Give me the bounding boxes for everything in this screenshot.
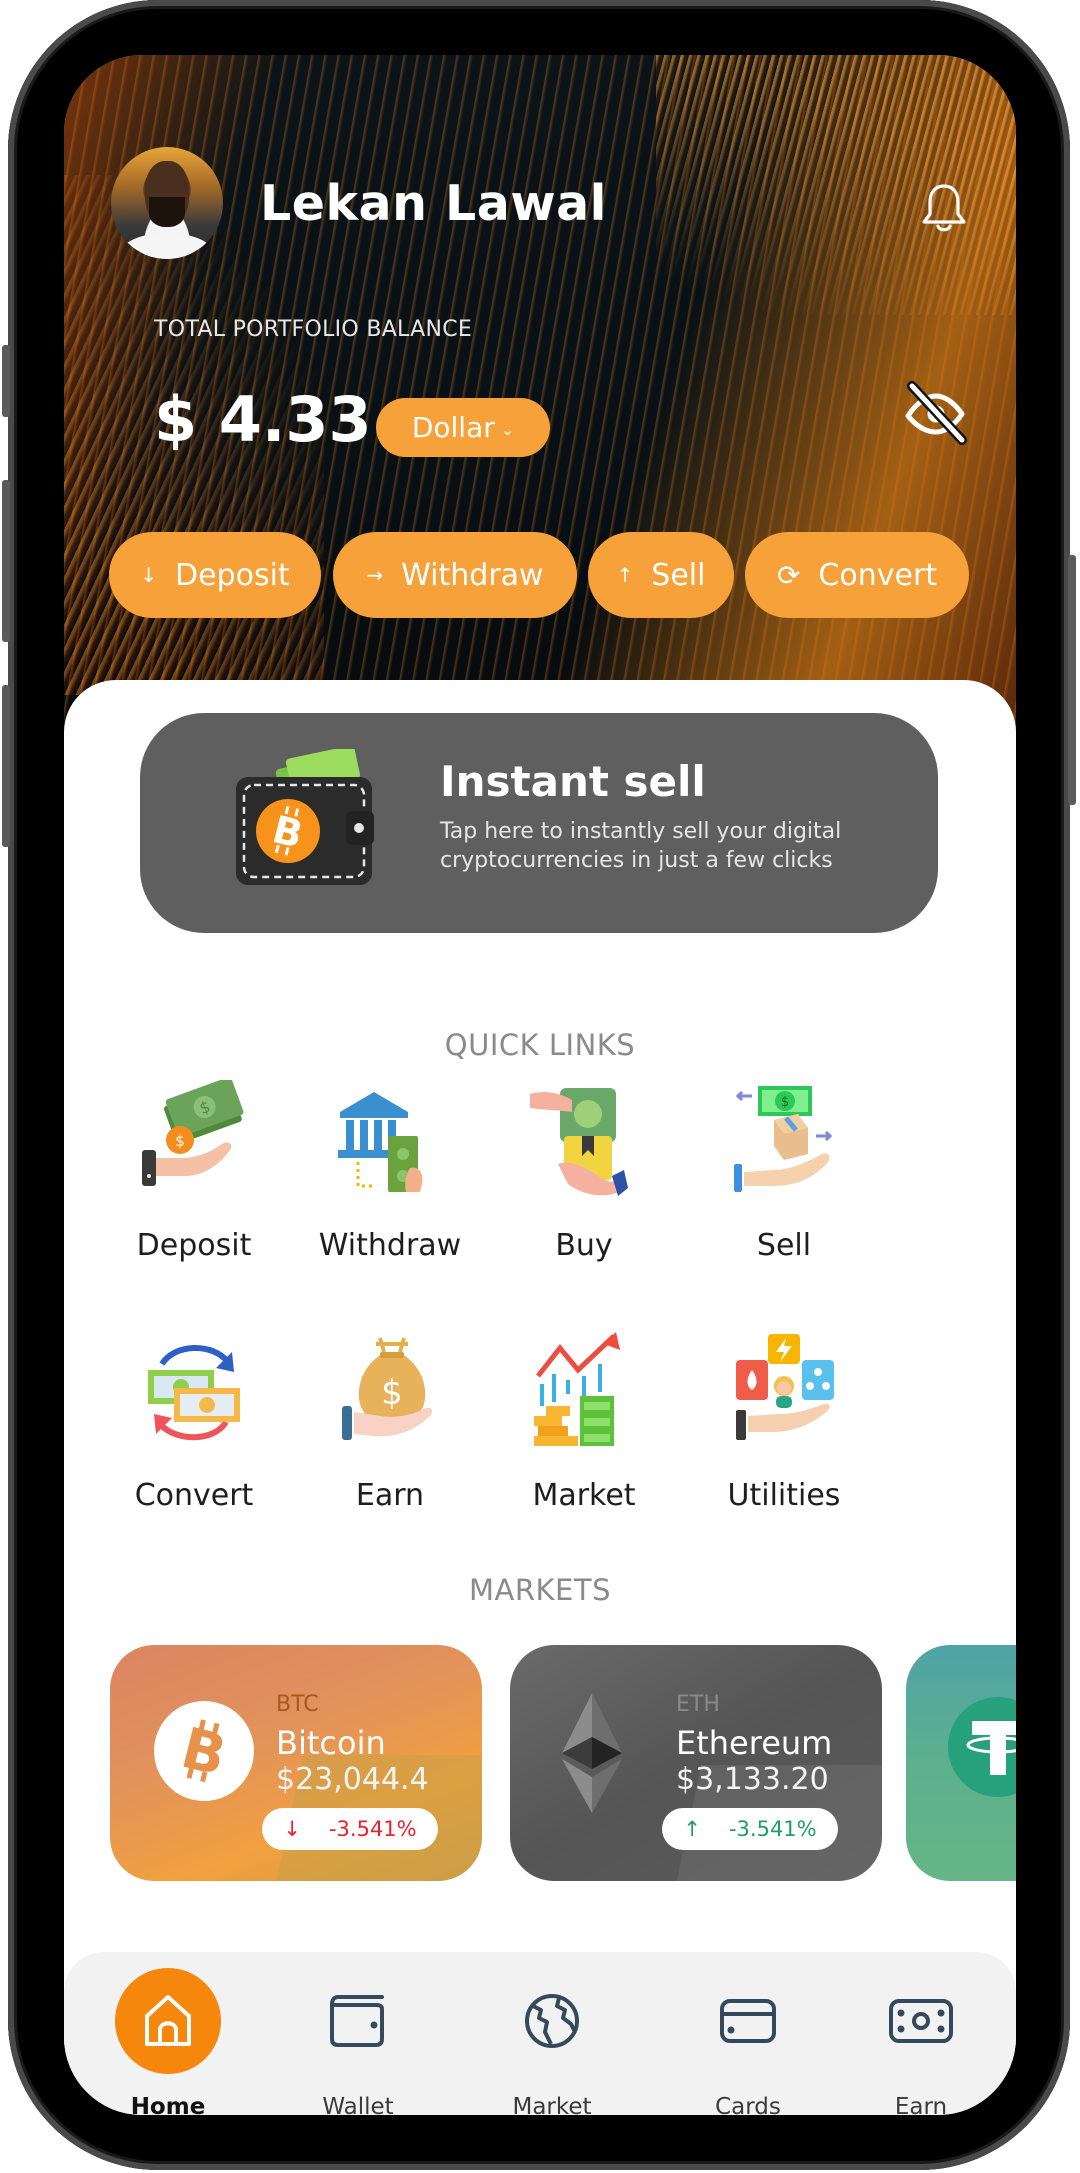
withdraw-button[interactable]: → Withdraw [333,532,577,618]
cash-note-icon [889,1999,953,2043]
user-name: Lekan Lawal [260,175,607,232]
market-price: $3,133.20 [676,1762,829,1797]
arrow-up-icon: ↑ [683,1817,701,1841]
nav-home[interactable]: Home [93,1952,243,2115]
home-icon [145,1995,191,2046]
market-card-btc[interactable]: B BTC Bitcoin $23,044.4 ↓ -3.541% [110,1645,482,1881]
cash-hand-icon: $ $ [142,1077,244,1186]
market-change-value: -3.541% [728,1817,817,1841]
ethereum-icon [562,1693,622,1813]
currency-exchange-icon [148,1345,240,1441]
instant-sell-description: Tap here to instantly sell your digital … [440,819,842,873]
tether-icon [948,1697,1016,1797]
bottom-navigation: Home Wallet Market Cards Earn [64,1952,1016,2115]
nav-earn[interactable]: Earn [846,1952,996,2115]
nav-cards[interactable]: Cards [673,1952,823,2115]
quick-link-utilities[interactable]: Utilities [684,1330,884,1513]
credit-card-icon [720,1999,776,2043]
instant-sell-card[interactable]: B Instant sell Tap here to instantly sel… [140,713,938,933]
market-change-value: -3.541% [328,1817,417,1841]
avatar[interactable] [111,147,223,259]
content-sheet: B Instant sell Tap here to instantly sel… [64,680,1016,2115]
arrow-up-icon: ↑ [616,563,634,587]
quick-link-market[interactable]: Market [484,1330,684,1513]
nav-wallet[interactable]: Wallet [283,1952,433,2115]
market-name: Bitcoin [276,1724,386,1762]
money-bag-icon: $ [342,1337,433,1440]
balance-label: TOTAL PORTFOLIO BALANCE [154,317,473,342]
quick-link-earn[interactable]: $ Earn [290,1330,490,1513]
wallet-icon [330,1995,384,2047]
buy-exchange-icon [530,1088,628,1196]
mute-switch [2,345,10,417]
markets-carousel[interactable]: B BTC Bitcoin $23,044.4 ↓ -3.541% ETH Et… [64,1645,1016,1885]
quick-link-sell[interactable]: $ Sell [684,1080,884,1263]
market-name: Ethereum [676,1724,833,1762]
svg-text:$: $ [175,1132,185,1150]
svg-text:$: $ [381,1373,403,1413]
globe-icon [525,1994,579,2048]
sell-goods-icon: $ [734,1086,833,1192]
arrow-right-icon: → [366,563,384,587]
market-card-usdt[interactable] [906,1645,1016,1881]
nav-market[interactable]: Market [477,1952,627,2115]
instant-sell-title: Instant sell [440,757,706,806]
chevron-down-icon: ⌄ [500,420,515,439]
convert-button[interactable]: ⟳ Convert [745,532,969,618]
sell-button[interactable]: ↑ Sell [588,532,734,618]
currency-selector-label: Dollar [411,411,495,444]
market-symbol: BTC [276,1692,319,1717]
volume-up-button [2,480,10,642]
market-price: $23,044.4 [276,1762,429,1797]
bell-icon[interactable] [919,180,969,236]
quick-link-deposit[interactable]: $ $ Deposit [94,1077,294,1263]
arrow-down-icon: ↓ [283,1817,301,1841]
utilities-icon [736,1334,834,1440]
currency-selector[interactable]: Dollar ⌄ [376,398,550,457]
balance-value: $ 4.33 [154,383,372,456]
bank-cash-icon [338,1092,423,1192]
header: Lekan Lawal TOTAL PORTFOLIO BALANCE $ 4.… [64,55,1016,755]
market-card-eth[interactable]: ETH Ethereum $3,133.20 ↑ -3.541% [510,1645,882,1881]
markets-title: MARKETS [469,1573,611,1607]
app-screen: Lekan Lawal TOTAL PORTFOLIO BALANCE $ 4.… [64,55,1016,2115]
market-change-badge: ↑ -3.541% [662,1808,838,1850]
svg-text:$: $ [781,1095,789,1110]
refresh-icon: ⟳ [776,558,801,592]
market-growth-icon [534,1332,620,1446]
quick-link-withdraw[interactable]: Withdraw [290,1080,490,1263]
power-button [1068,555,1076,805]
arrow-down-icon: ↓ [140,563,158,587]
eye-off-icon[interactable] [900,380,970,446]
bitcoin-icon: B [154,1701,254,1801]
quick-links-title: QUICK LINKS [444,1028,636,1062]
bitcoin-wallet-icon: B [236,749,374,885]
quick-link-buy[interactable]: Buy [484,1080,684,1263]
quick-link-convert[interactable]: Convert [94,1330,294,1513]
market-change-badge: ↓ -3.541% [262,1808,438,1850]
deposit-button[interactable]: ↓ Deposit [109,532,321,618]
volume-down-button [2,685,10,847]
market-symbol: ETH [676,1692,720,1717]
